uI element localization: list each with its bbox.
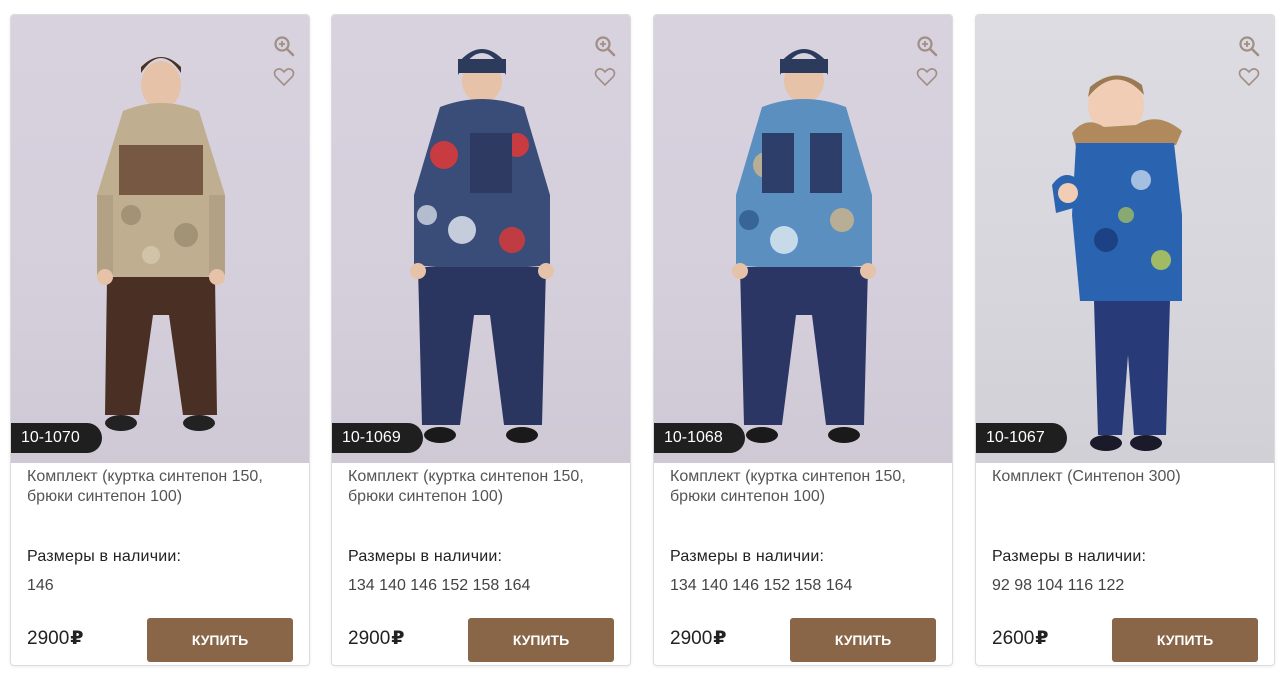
sizes-label: Размеры в наличии: [348,548,503,565]
product-title[interactable]: Комплект (куртка синтепон 150, брюки син… [348,467,624,507]
product-image [1052,75,1182,451]
sizes-label: Размеры в наличии: [670,548,825,565]
currency-symbol: ₽ [1035,628,1049,649]
sizes-value: 134 140 146 152 158 164 [348,577,531,594]
product-title[interactable]: Комплект (куртка синтепон 150, брюки син… [27,467,303,507]
product-grid: 10-1070 Комплект (куртка синтепон 150, б… [0,0,1280,676]
product-image [732,49,876,443]
product-photo[interactable]: 10-1070 [11,15,309,463]
zoom-icon[interactable] [1238,35,1260,57]
buy-button[interactable]: КУПИТЬ [147,618,293,662]
sku-badge: 10-1068 [654,423,745,453]
price-value: 2900 [27,628,70,649]
product-photo[interactable]: 10-1068 [654,15,952,463]
zoom-icon[interactable] [594,35,616,57]
sizes-label: Размеры в наличии: [27,548,182,565]
product-card[interactable]: 10-1067 Комплект (Синтепон 300) Размеры … [975,14,1275,666]
price-value: 2900 [670,628,713,649]
sku-badge: 10-1069 [332,423,423,453]
product-photo[interactable]: 10-1069 [332,15,630,463]
sizes-value: 146 [27,577,54,594]
product-photo[interactable]: 10-1067 [976,15,1274,463]
product-card[interactable]: 10-1069 Комплект (куртка синтепон 150, б… [331,14,631,666]
product-card[interactable]: 10-1068 Комплект (куртка синтепон 150, б… [653,14,953,666]
product-title[interactable]: Комплект (Синтепон 300) [992,467,1268,487]
currency-symbol: ₽ [713,628,727,649]
price: 2600₽ [992,627,1049,650]
product-card[interactable]: 10-1070 Комплект (куртка синтепон 150, б… [10,14,310,666]
buy-button[interactable]: КУПИТЬ [790,618,936,662]
price: 2900₽ [670,627,727,650]
price: 2900₽ [27,627,84,650]
sizes-value: 134 140 146 152 158 164 [670,577,853,594]
heart-icon[interactable] [1238,66,1260,88]
currency-symbol: ₽ [391,628,405,649]
price-value: 2900 [348,628,391,649]
price-value: 2600 [992,628,1035,649]
buy-button[interactable]: КУПИТЬ [468,618,614,662]
product-image [410,49,554,443]
buy-button[interactable]: КУПИТЬ [1112,618,1258,662]
product-image [97,57,225,431]
heart-icon[interactable] [594,66,616,88]
sizes-label: Размеры в наличии: [992,548,1147,565]
zoom-icon[interactable] [916,35,938,57]
heart-icon[interactable] [273,66,295,88]
sku-badge: 10-1067 [976,423,1067,453]
sku-badge: 10-1070 [11,423,102,453]
price: 2900₽ [348,627,405,650]
currency-symbol: ₽ [70,628,84,649]
product-title[interactable]: Комплект (куртка синтепон 150, брюки син… [670,467,946,507]
zoom-icon[interactable] [273,35,295,57]
sizes-value: 92 98 104 116 122 [992,577,1125,594]
heart-icon[interactable] [916,66,938,88]
